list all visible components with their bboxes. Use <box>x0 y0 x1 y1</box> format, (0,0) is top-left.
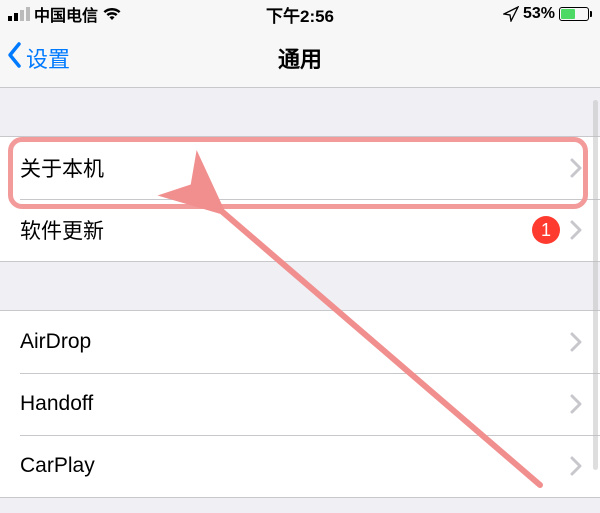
list-group-2: AirDrop Handoff CarPlay <box>0 310 600 498</box>
clock: 下午2:56 <box>266 2 334 27</box>
carrier-label: 中国电信 <box>34 2 98 26</box>
cell-airdrop[interactable]: AirDrop <box>0 311 600 373</box>
battery-percent: 53% <box>523 5 555 23</box>
nav-bar: 设置 通用 <box>0 28 600 88</box>
chevron-right-icon <box>570 394 582 414</box>
chevron-right-icon <box>570 332 582 352</box>
status-right: 53% <box>503 5 592 23</box>
wifi-icon <box>102 7 122 21</box>
scrollbar[interactable] <box>593 100 598 470</box>
page-title: 通用 <box>278 42 322 74</box>
cell-label: Handoff <box>20 392 570 416</box>
chevron-right-icon <box>570 220 582 240</box>
cell-label: CarPlay <box>20 454 570 478</box>
chevron-left-icon <box>6 41 24 75</box>
cell-software-update[interactable]: 软件更新 1 <box>0 199 600 261</box>
signal-icon <box>8 7 30 21</box>
update-badge: 1 <box>532 216 560 244</box>
list-group-1: 关于本机 软件更新 1 <box>0 136 600 262</box>
group-separator <box>0 88 600 136</box>
cell-label: AirDrop <box>20 330 570 354</box>
status-left: 中国电信 <box>8 2 122 26</box>
screen: 中国电信 下午2:56 53% 设置 通用 关于本机 <box>0 0 600 513</box>
cell-about[interactable]: 关于本机 <box>0 137 600 199</box>
chevron-right-icon <box>570 158 582 178</box>
status-bar: 中国电信 下午2:56 53% <box>0 0 600 28</box>
battery-icon <box>559 7 592 21</box>
cell-label: 关于本机 <box>20 153 570 183</box>
cell-handoff[interactable]: Handoff <box>0 373 600 435</box>
cell-carplay[interactable]: CarPlay <box>0 435 600 497</box>
group-separator <box>0 262 600 310</box>
back-label: 设置 <box>26 42 70 74</box>
chevron-right-icon <box>570 456 582 476</box>
back-button[interactable]: 设置 <box>0 41 70 75</box>
cell-label: 软件更新 <box>20 215 532 245</box>
location-icon <box>503 6 519 22</box>
